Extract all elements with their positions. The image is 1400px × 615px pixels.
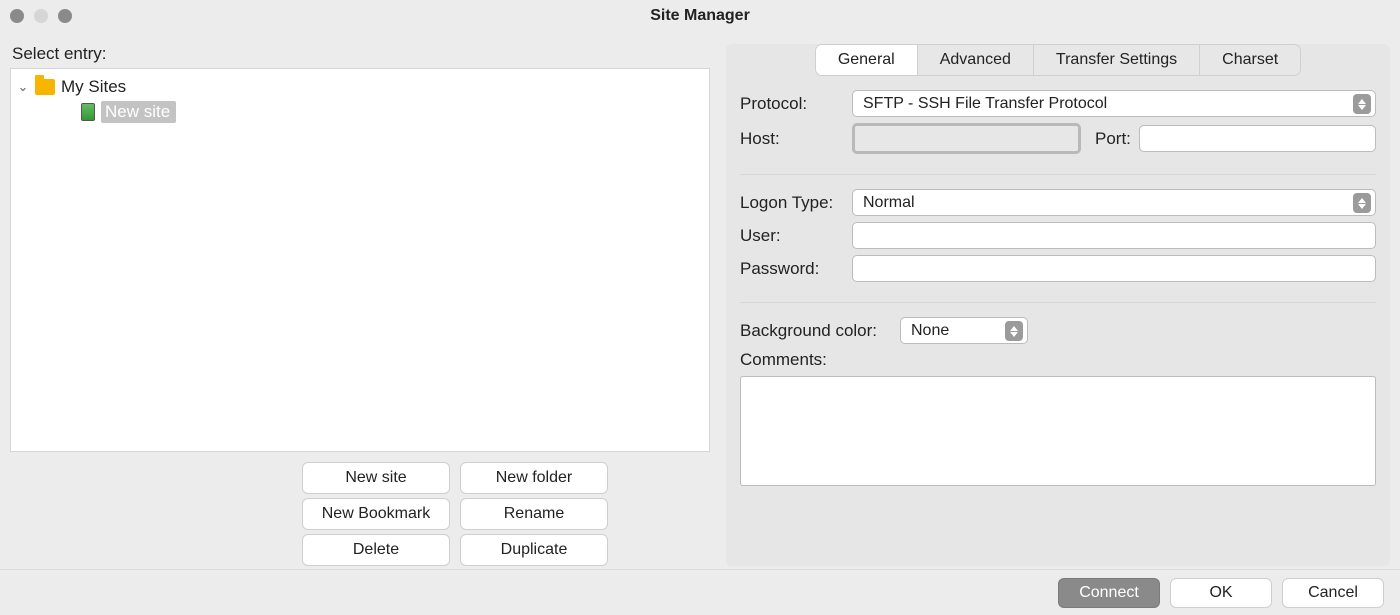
host-input[interactable] [852,123,1081,154]
site-tree[interactable]: ⌄ My Sites New site [10,68,710,452]
delete-button[interactable]: Delete [302,534,450,566]
tab-advanced[interactable]: Advanced [918,45,1034,75]
logon-type-value: Normal [863,194,915,212]
title-bar: Site Manager [0,0,1400,32]
tree-folder-row[interactable]: ⌄ My Sites [11,75,709,99]
folder-icon [35,79,55,95]
logon-type-select[interactable]: Normal [852,189,1376,216]
password-input[interactable] [852,255,1376,282]
updown-icon [1353,94,1371,114]
updown-icon [1353,193,1371,213]
tab-general[interactable]: General [816,45,918,75]
duplicate-button[interactable]: Duplicate [460,534,608,566]
new-site-button[interactable]: New site [302,462,450,494]
window-title: Site Manager [0,7,1400,25]
separator [740,302,1376,303]
entry-buttons: New site New folder New Bookmark Rename … [302,462,608,566]
port-label: Port: [1095,129,1131,149]
tree-site-row[interactable]: New site [11,99,709,125]
tab-transfer-settings[interactable]: Transfer Settings [1034,45,1200,75]
ok-button[interactable]: OK [1170,578,1272,608]
logon-type-label: Logon Type: [740,193,852,213]
protocol-select[interactable]: SFTP - SSH File Transfer Protocol [852,90,1376,117]
background-color-label: Background color: [740,321,900,341]
tree-site-label: New site [101,101,176,123]
host-label: Host: [740,129,852,149]
background-color-select[interactable]: None [900,317,1028,344]
tab-bar: General Advanced Transfer Settings Chars… [815,44,1301,76]
server-icon [81,103,95,121]
password-label: Password: [740,259,852,279]
new-folder-button[interactable]: New folder [460,462,608,494]
port-input[interactable] [1139,125,1376,152]
cancel-button[interactable]: Cancel [1282,578,1384,608]
background-color-value: None [911,322,949,340]
user-input[interactable] [852,222,1376,249]
comments-label: Comments: [740,350,900,370]
tree-folder-label: My Sites [61,77,126,97]
settings-panel: General Advanced Transfer Settings Chars… [726,44,1390,566]
rename-button[interactable]: Rename [460,498,608,530]
separator [740,174,1376,175]
protocol-label: Protocol: [740,94,852,114]
protocol-value: SFTP - SSH File Transfer Protocol [863,95,1107,113]
comments-textarea[interactable] [740,376,1376,486]
select-entry-label: Select entry: [12,44,710,64]
tab-charset[interactable]: Charset [1200,45,1300,75]
updown-icon [1005,321,1023,341]
connect-button[interactable]: Connect [1058,578,1160,608]
user-label: User: [740,226,852,246]
new-bookmark-button[interactable]: New Bookmark [302,498,450,530]
dialog-footer: Connect OK Cancel [0,569,1400,615]
chevron-down-icon[interactable]: ⌄ [17,79,29,95]
